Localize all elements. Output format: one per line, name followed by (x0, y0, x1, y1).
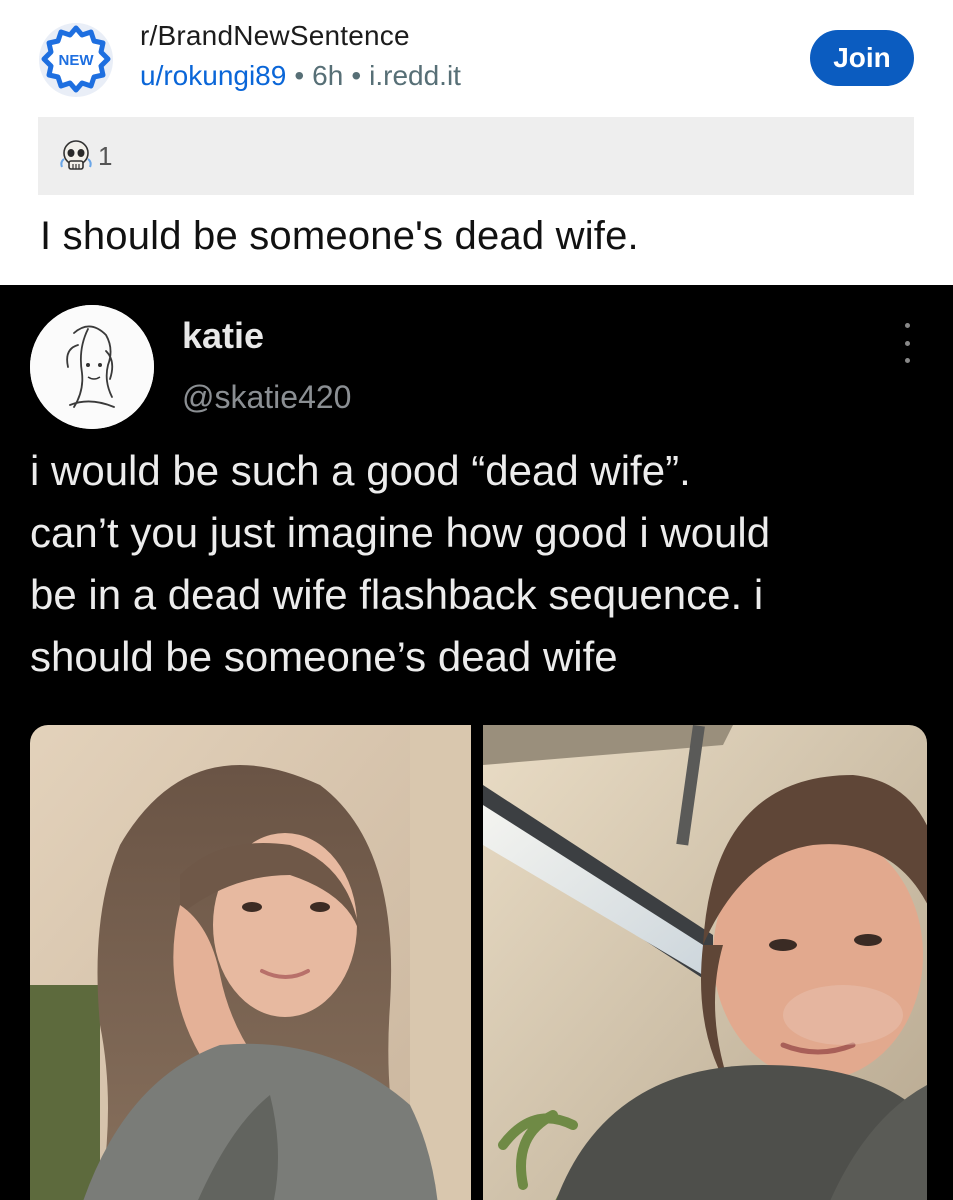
tweet-avatar (30, 305, 154, 429)
tweet-line: i would be such a good “dead wife”. (30, 447, 691, 494)
more-vertical-icon (896, 323, 918, 363)
post-title[interactable]: I should be someone's dead wife. (40, 214, 639, 259)
join-button[interactable]: Join (810, 30, 914, 86)
skull-award-icon (58, 137, 96, 175)
post-meta: u/rokungi89 • 6h • i.redd.it (140, 60, 461, 92)
tweet-line: can’t you just imagine how good i would (30, 509, 771, 556)
meta-separator: • (351, 60, 362, 91)
post-age: 6h (312, 60, 344, 91)
new-badge-icon[interactable]: NEW (38, 22, 114, 98)
tweet-photo-right (483, 725, 927, 1200)
award-bar[interactable]: 1 (38, 117, 914, 195)
new-badge-text: NEW (59, 52, 95, 69)
tweet-author-name: katie (182, 315, 265, 356)
meta-separator: • (294, 60, 305, 91)
author-link[interactable]: u/rokungi89 (140, 60, 286, 91)
tweet-line: should be someone’s dead wife (30, 633, 618, 680)
post-domain[interactable]: i.redd.it (369, 60, 461, 91)
tweet-photo-left (30, 725, 471, 1200)
post-image[interactable]: katie @skatie420 i would be such a good … (0, 285, 953, 1200)
tweet-text: i would be such a good “dead wife”. can’… (30, 440, 930, 688)
award-count: 1 (98, 140, 113, 171)
tweet-line: be in a dead wife flashback sequence. i (30, 571, 764, 618)
post-header: NEW r/BrandNewSentence u/rokungi89 • 6h • i.… (0, 0, 953, 110)
subreddit-name[interactable]: r/BrandNewSentence (140, 20, 410, 52)
tweet-author-handle: @skatie420 (182, 379, 352, 415)
